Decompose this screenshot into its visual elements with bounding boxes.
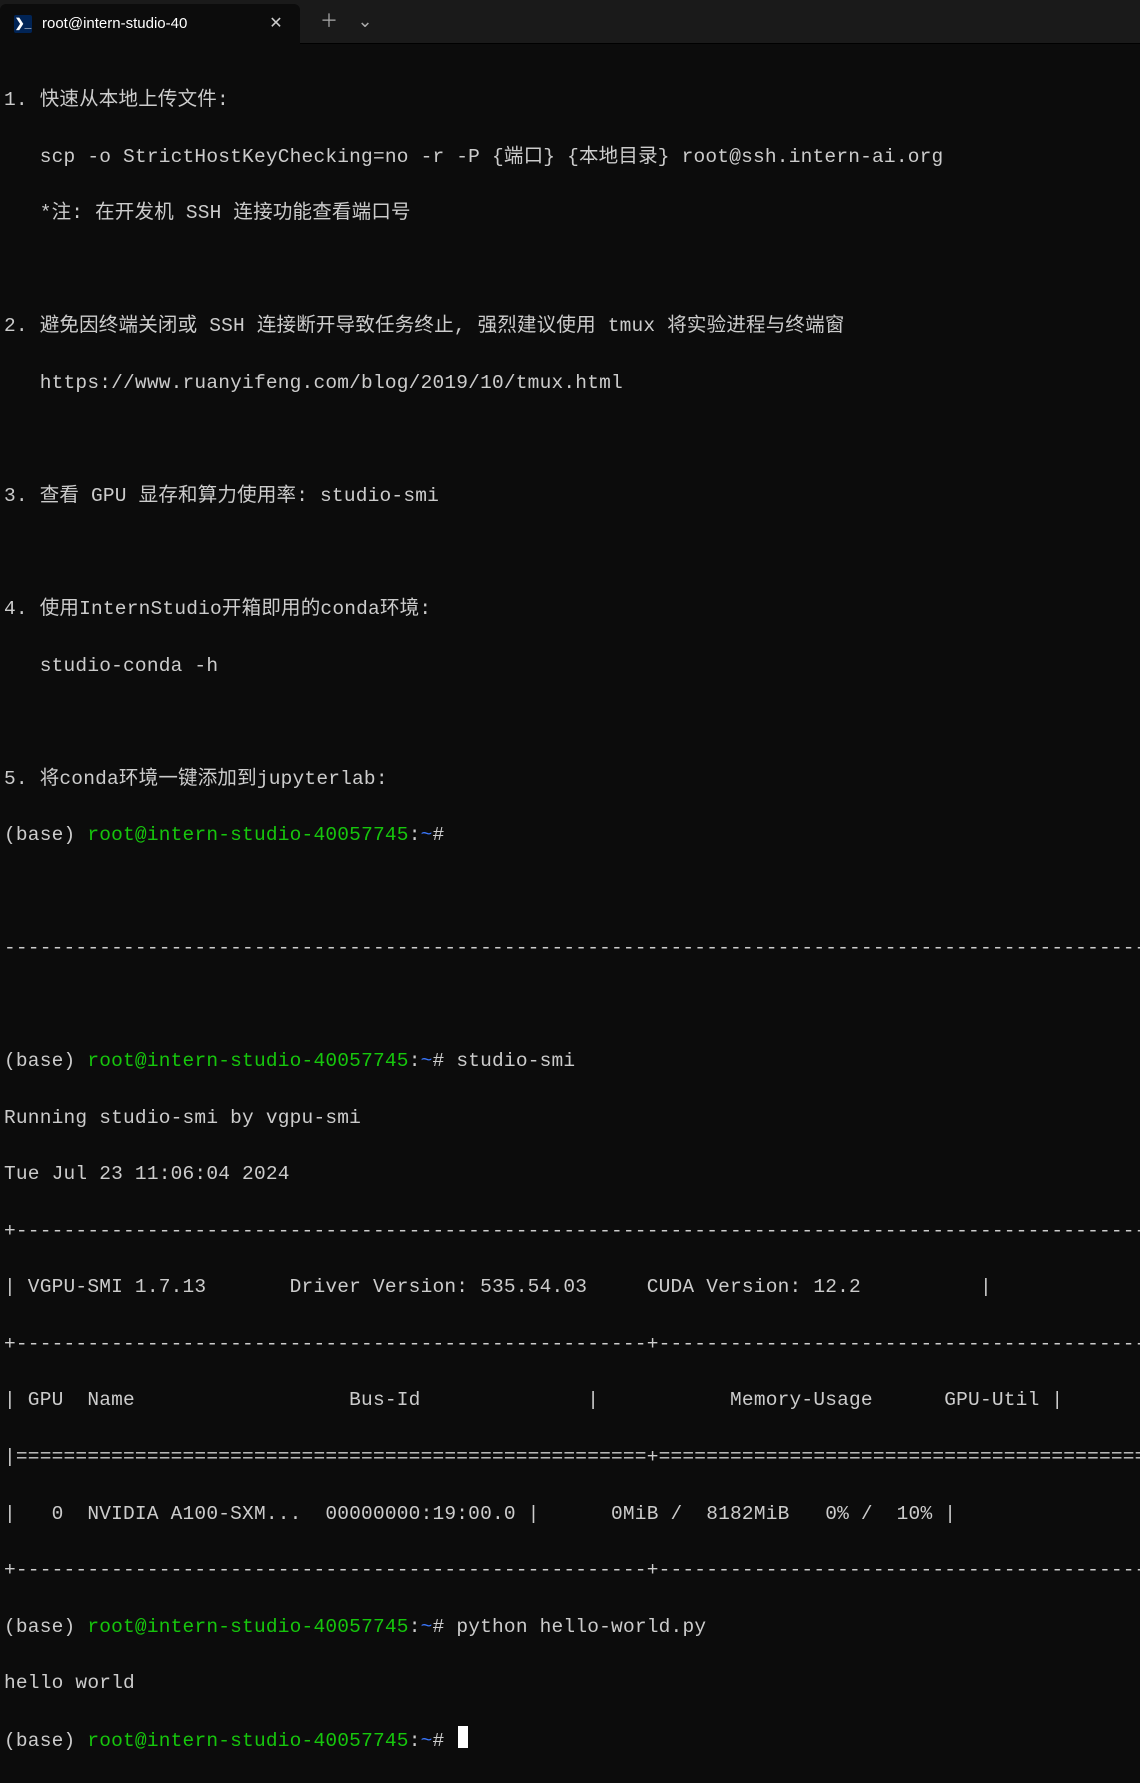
smi-border: +---------------------------------------…: [4, 1556, 1136, 1584]
prompt-path: ~: [421, 1050, 433, 1072]
prompt-sep: :: [409, 1730, 421, 1752]
motd-line: scp -o StrictHostKeyChecking=no -r -P {端…: [4, 143, 1136, 171]
program-output: hello world: [4, 1669, 1136, 1697]
hr-line: ----------------------------------------…: [4, 934, 1136, 962]
tab-actions: ＋ ⌄: [300, 0, 380, 43]
smi-columns: | GPU Name Bus-Id | Memory-Usage GPU-Uti…: [4, 1386, 1136, 1414]
tab-menu-button[interactable]: ⌄: [350, 2, 380, 42]
motd-line: https://www.ruanyifeng.com/blog/2019/10/…: [4, 369, 1136, 397]
motd-line: 2. 避免因终端关闭或 SSH 连接断开导致任务终止, 强烈建议使用 tmux …: [4, 312, 1136, 340]
prompt-line: (base) root@intern-studio-40057745:~#: [4, 821, 1136, 849]
smi-date: Tue Jul 23 11:06:04 2024: [4, 1160, 1136, 1188]
smi-running: Running studio-smi by vgpu-smi: [4, 1104, 1136, 1132]
new-tab-button[interactable]: ＋: [314, 2, 344, 42]
command: studio-smi: [456, 1050, 575, 1072]
motd-line: *注: 在开发机 SSH 连接功能查看端口号: [4, 199, 1136, 227]
tab-title: root@intern-studio-40: [42, 13, 256, 35]
prompt-line: (base) root@intern-studio-40057745:~# py…: [4, 1613, 1136, 1641]
smi-border: +---------------------------------------…: [4, 1217, 1136, 1245]
blank-line: [4, 425, 1136, 453]
prompt-env: (base): [4, 1616, 75, 1638]
terminal-output[interactable]: 1. 快速从本地上传文件: scp -o StrictHostKeyChecki…: [0, 44, 1140, 1783]
close-tab-button[interactable]: ✕: [266, 12, 286, 35]
prompt-user-host: root@intern-studio-40057745: [87, 1616, 408, 1638]
command: python hello-world.py: [456, 1616, 706, 1638]
smi-border: +---------------------------------------…: [4, 1330, 1136, 1358]
powershell-icon: ❯_: [14, 15, 32, 33]
blank-line: [4, 991, 1136, 1019]
cursor: [458, 1726, 468, 1748]
blank-line: [4, 708, 1136, 736]
blank-line: [4, 539, 1136, 567]
prompt-sep: :: [409, 824, 421, 846]
prompt-path: ~: [421, 1616, 433, 1638]
prompt-user-host: root@intern-studio-40057745: [87, 1050, 408, 1072]
motd-line: 5. 将conda环境一键添加到jupyterlab:: [4, 765, 1136, 793]
prompt-path: ~: [421, 1730, 433, 1752]
smi-border: |=======================================…: [4, 1443, 1136, 1471]
prompt-env: (base): [4, 1730, 75, 1752]
titlebar: ❯_ root@intern-studio-40 ✕ ＋ ⌄: [0, 0, 1140, 44]
smi-row: | 0 NVIDIA A100-SXM... 00000000:19:00.0 …: [4, 1500, 1136, 1528]
prompt-symbol: #: [433, 1616, 445, 1638]
active-tab[interactable]: ❯_ root@intern-studio-40 ✕: [0, 4, 300, 44]
blank-line: [4, 878, 1136, 906]
prompt-line[interactable]: (base) root@intern-studio-40057745:~#: [4, 1726, 1136, 1755]
prompt-symbol: #: [433, 824, 445, 846]
prompt-user-host: root@intern-studio-40057745: [87, 1730, 408, 1752]
prompt-env: (base): [4, 824, 75, 846]
prompt-line: (base) root@intern-studio-40057745:~# st…: [4, 1047, 1136, 1075]
prompt-env: (base): [4, 1050, 75, 1072]
prompt-user-host: root@intern-studio-40057745: [87, 824, 408, 846]
prompt-symbol: #: [433, 1730, 445, 1752]
motd-line: 4. 使用InternStudio开箱即用的conda环境:: [4, 595, 1136, 623]
motd-line: 3. 查看 GPU 显存和算力使用率: studio-smi: [4, 482, 1136, 510]
prompt-path: ~: [421, 824, 433, 846]
motd-line: 1. 快速从本地上传文件:: [4, 86, 1136, 114]
smi-header: | VGPU-SMI 1.7.13 Driver Version: 535.54…: [4, 1273, 1136, 1301]
blank-line: [4, 256, 1136, 284]
prompt-sep: :: [409, 1050, 421, 1072]
motd-line: studio-conda -h: [4, 652, 1136, 680]
prompt-symbol: #: [433, 1050, 445, 1072]
prompt-sep: :: [409, 1616, 421, 1638]
